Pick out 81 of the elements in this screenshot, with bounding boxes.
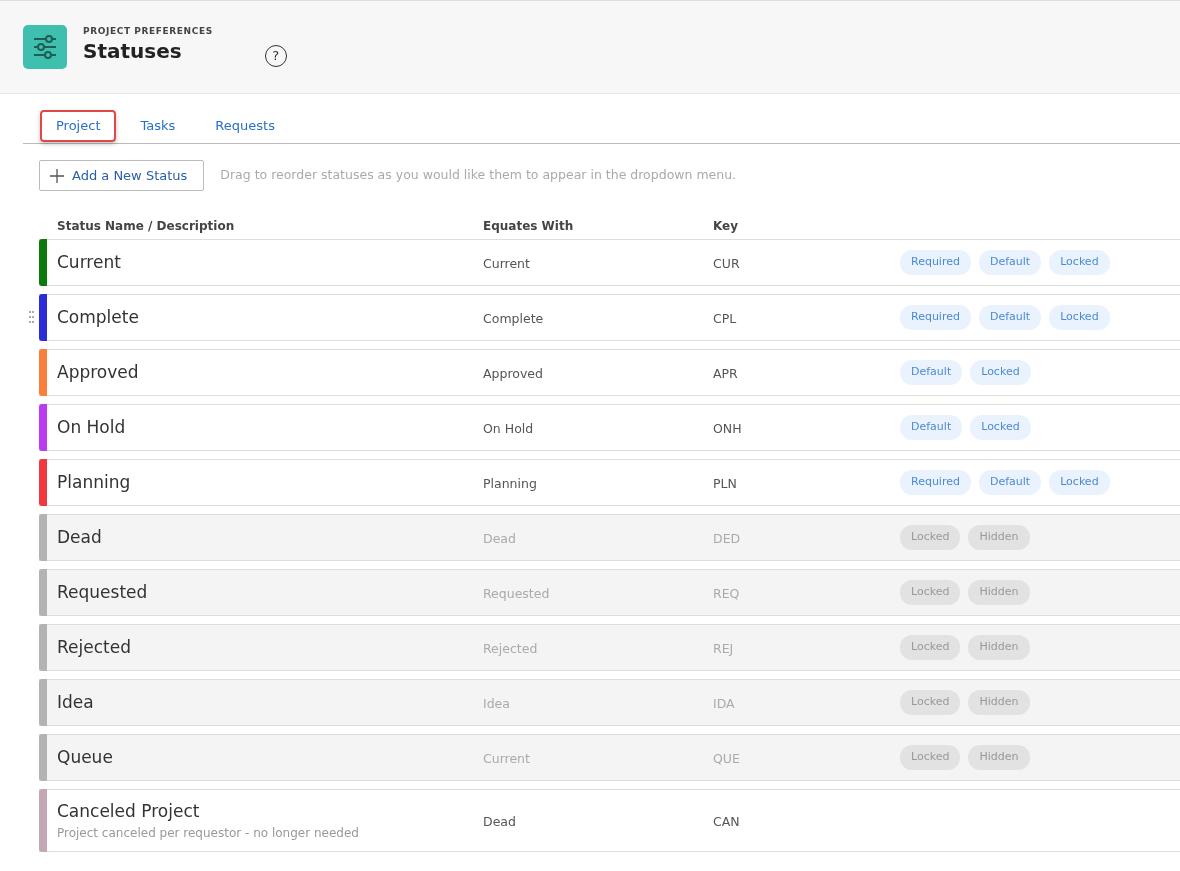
status-row[interactable]: Queue Current QUE Locked Hidden	[39, 734, 1180, 781]
status-name: Idea	[57, 690, 95, 714]
status-name: Dead	[57, 525, 103, 549]
tab[interactable]: Project	[40, 110, 117, 142]
tab[interactable]: Tasks	[124, 110, 192, 142]
tag: Locked	[900, 745, 961, 770]
equates-cell: Dead	[483, 813, 516, 829]
tag: Default	[978, 250, 1042, 275]
status-row[interactable]: Planning Planning PLN Required Default Locked	[39, 459, 1180, 506]
tag: Hidden	[968, 690, 1030, 715]
status-row[interactable]: Approved Approved APR Default Locked	[39, 349, 1180, 396]
tag: Default	[900, 360, 963, 385]
status-name: Approved	[57, 360, 140, 384]
key-cell: IDA	[713, 695, 735, 711]
key-cell: CAN	[713, 813, 740, 829]
tag: Required	[900, 470, 971, 495]
tag: Locked	[970, 360, 1031, 385]
tag: Required	[900, 250, 971, 275]
equates-cell: Rejected	[483, 640, 538, 656]
status-name: Queue	[57, 745, 114, 769]
key-cell: ONH	[713, 420, 742, 436]
tag: Default	[978, 470, 1042, 495]
column-header: Key	[713, 219, 739, 233]
key-cell: APR	[713, 365, 738, 381]
tag: Locked	[900, 580, 961, 605]
equates-cell: Requested	[483, 585, 550, 601]
status-name: Complete	[57, 305, 140, 329]
page-title: Statuses	[83, 38, 183, 63]
column-header: Equates With	[483, 219, 574, 233]
tag: Hidden	[968, 635, 1030, 660]
status-row[interactable]: Idea Idea IDA Locked Hidden	[39, 679, 1180, 726]
status-name: Requested	[57, 580, 149, 604]
tag: Hidden	[968, 580, 1030, 605]
equates-cell: On Hold	[483, 420, 534, 436]
status-name: On Hold	[57, 415, 127, 439]
column-header: Status Name / Description	[57, 219, 235, 233]
key-cell: REQ	[713, 585, 740, 601]
sliders-icon	[31, 33, 59, 61]
status-row[interactable]: Requested Requested REQ Locked Hidden	[39, 569, 1180, 616]
status-description: Project canceled per requestor - no longer needed	[57, 825, 360, 843]
equates-cell: Dead	[483, 530, 516, 546]
status-name: Planning	[57, 470, 132, 494]
tag: Locked	[900, 635, 961, 660]
key-cell: QUE	[713, 750, 740, 766]
tag: Hidden	[968, 525, 1030, 550]
status-name: Canceled Project	[57, 799, 201, 823]
equates-cell: Approved	[483, 365, 543, 381]
page-eyebrow: PROJECT PREFERENCES	[83, 25, 213, 38]
key-cell: DED	[713, 530, 741, 546]
status-row[interactable]: Canceled Project Project canceled per requestor - no longer needed Dead CAN	[39, 789, 1180, 852]
tab[interactable]: Requests	[199, 110, 291, 142]
status-name: Rejected	[57, 635, 132, 659]
hint-text: Drag to reorder statuses as you would like them to appear in the dropdown menu.	[220, 166, 737, 185]
tag: Locked	[970, 415, 1031, 440]
tag: Locked	[900, 690, 961, 715]
equates-cell: Current	[483, 750, 530, 766]
tag: Locked	[1049, 470, 1110, 495]
key-cell: REJ	[713, 640, 734, 656]
drag-handle-icon[interactable]	[29, 311, 34, 323]
equates-cell: Planning	[483, 475, 537, 491]
tag: Locked	[1049, 305, 1110, 330]
status-row[interactable]: Current Current CUR Required Default Locked	[39, 239, 1180, 286]
equates-cell: Idea	[483, 695, 510, 711]
status-row[interactable]: On Hold On Hold ONH Default Locked	[39, 404, 1180, 451]
status-row[interactable]: Dead Dead DED Locked Hidden	[39, 514, 1180, 561]
status-name: Current	[57, 250, 122, 274]
key-cell: CPL	[713, 310, 737, 326]
equates-cell: Current	[483, 255, 530, 271]
tag: Locked	[1049, 250, 1110, 275]
status-row[interactable]: Complete Complete CPL Required Default Locked	[39, 294, 1180, 341]
tag: Default	[978, 305, 1042, 330]
tag: Locked	[900, 525, 961, 550]
key-cell: CUR	[713, 255, 740, 271]
tag: Hidden	[968, 745, 1030, 770]
tag: Required	[900, 305, 971, 330]
equates-cell: Complete	[483, 310, 544, 326]
tag: Default	[900, 415, 963, 440]
plus-icon	[50, 168, 64, 183]
add-status-button[interactable]: Add a New Status	[39, 160, 205, 191]
key-cell: PLN	[713, 475, 737, 491]
status-row[interactable]: Rejected Rejected REJ Locked Hidden	[39, 624, 1180, 671]
